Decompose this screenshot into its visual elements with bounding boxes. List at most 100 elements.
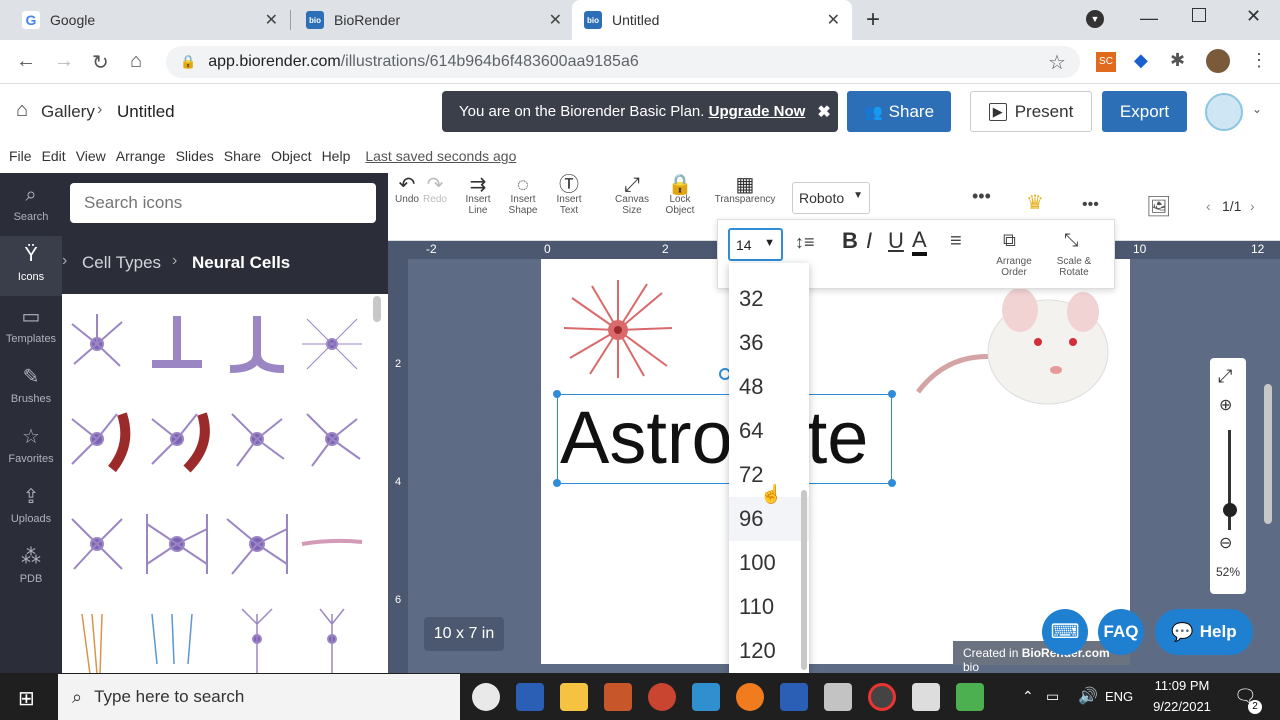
next-page-icon[interactable]: › <box>1250 198 1255 214</box>
rail-search[interactable]: ⌕ Search <box>0 176 62 236</box>
scale-rotate-label[interactable]: Scale & Rotate <box>1052 256 1096 278</box>
font-family-select[interactable]: Roboto ▼ <box>792 182 870 214</box>
resize-handle[interactable] <box>553 390 561 398</box>
text-color-icon[interactable]: A <box>912 228 927 256</box>
forward-icon[interactable]: → <box>54 50 74 73</box>
rail-brushes[interactable]: ✎ Brushes <box>0 356 62 416</box>
font-size-option[interactable]: 120 <box>729 629 809 673</box>
resize-handle[interactable] <box>553 479 561 487</box>
font-size-option[interactable]: 32 <box>729 277 809 321</box>
astrocyte-illustration[interactable] <box>562 278 674 382</box>
undo-button[interactable]: ↶ Undo <box>394 175 420 205</box>
help-button[interactable]: 💬 Help <box>1155 609 1253 655</box>
tray-chevron-icon[interactable]: ⌃ <box>1022 688 1034 705</box>
paint-icon[interactable] <box>824 683 852 711</box>
pdf-icon[interactable] <box>912 683 940 711</box>
clock-time[interactable]: 11:09 PM <box>1150 678 1214 693</box>
restore-icon[interactable] <box>1192 8 1206 22</box>
insert-shape-button[interactable]: ◌ Insert Shape <box>506 175 540 216</box>
last-saved-link[interactable]: Last saved seconds ago <box>365 148 516 164</box>
document-title[interactable]: Untitled <box>117 102 175 122</box>
resize-handle[interactable] <box>888 479 896 487</box>
menu-arrange[interactable]: Arrange <box>116 148 166 164</box>
scale-rotate-icon[interactable]: ⤡ <box>1064 230 1078 251</box>
bold-icon[interactable]: B <box>842 228 858 254</box>
font-size-option[interactable]: 48 <box>729 365 809 409</box>
prev-page-icon[interactable]: ‹ <box>1206 198 1211 214</box>
gallery-link[interactable]: Gallery <box>41 102 95 122</box>
taskbar-search[interactable]: ⌕ Type here to search <box>58 674 460 720</box>
canvas-scrollbar[interactable] <box>1264 384 1272 524</box>
image-icon[interactable]: 🖼 <box>1146 194 1171 219</box>
share-button[interactable]: 👥 Share <box>847 91 951 132</box>
app-icon[interactable] <box>868 683 896 711</box>
export-button[interactable]: Export <box>1102 91 1187 132</box>
window-close-icon[interactable]: ✕ <box>1246 6 1261 27</box>
font-size-option[interactable]: 100 <box>729 541 809 585</box>
tab-biorender[interactable]: bio BioRender ✕ <box>294 0 574 40</box>
windows-start-icon[interactable]: ⊞ <box>18 686 35 711</box>
more-options-icon[interactable]: ••• <box>1082 196 1099 214</box>
zoom-out-icon[interactable]: ⊖ <box>1219 533 1232 553</box>
extension-icon[interactable]: ◆ <box>1134 50 1148 71</box>
arrange-order-icon[interactable]: ⧉ <box>1003 230 1016 251</box>
line-spacing-icon[interactable]: ↕≡ <box>795 232 815 253</box>
chrome-icon[interactable] <box>472 683 500 711</box>
present-button[interactable]: ▶ Present <box>970 91 1092 132</box>
selected-text-box[interactable]: Astrocyte <box>557 394 892 484</box>
crown-icon[interactable]: ♛ <box>1026 190 1044 215</box>
panel-scrollbar[interactable] <box>373 296 381 322</box>
volume-icon[interactable]: 🔊 <box>1078 686 1098 706</box>
clock-date[interactable]: 9/22/2021 <box>1146 699 1218 714</box>
astrocyte-text[interactable]: Astrocyte <box>558 395 891 481</box>
close-banner-icon[interactable]: ✖ <box>817 102 830 122</box>
app-icon[interactable] <box>692 683 720 711</box>
rat-illustration[interactable] <box>908 282 1114 410</box>
icon-grid-thumbnails[interactable] <box>62 294 388 675</box>
font-size-select[interactable]: 14 ▼ <box>728 228 783 261</box>
insert-line-button[interactable]: ⇉ Insert Line <box>462 175 494 216</box>
zoom-slider-thumb[interactable] <box>1223 503 1237 517</box>
faq-button[interactable]: FAQ <box>1098 609 1144 655</box>
align-left-icon[interactable]: ≡ <box>950 230 962 253</box>
chevron-down-icon[interactable]: ⌄ <box>1252 102 1262 116</box>
arrange-order-label[interactable]: Arrange Order <box>992 256 1036 278</box>
tab-untitled[interactable]: bio Untitled ✕ <box>572 0 852 40</box>
kebab-menu-icon[interactable]: ⋮ <box>1250 50 1268 71</box>
word-icon[interactable] <box>516 683 544 711</box>
menu-edit[interactable]: Edit <box>42 148 66 164</box>
menu-view[interactable]: View <box>76 148 106 164</box>
italic-icon[interactable]: I <box>866 228 872 254</box>
close-icon[interactable]: ✕ <box>265 10 278 30</box>
rail-pdb[interactable]: ⁂ PDB <box>0 536 62 596</box>
more-options-icon[interactable]: ••• <box>972 186 991 207</box>
app-icon[interactable] <box>604 683 632 711</box>
home-icon[interactable]: ⌂ <box>130 50 142 73</box>
lock-object-button[interactable]: 🔒 Lock Object <box>663 175 697 216</box>
rail-uploads[interactable]: ⇪ Uploads <box>0 476 62 536</box>
fit-screen-icon[interactable]: ⤢ <box>1218 366 1232 387</box>
calculator-icon[interactable] <box>780 683 808 711</box>
font-size-option[interactable]: 64 <box>729 409 809 453</box>
tab-search-icon[interactable]: ▼ <box>1086 10 1104 28</box>
zoom-in-icon[interactable]: ⊕ <box>1219 395 1232 415</box>
user-avatar[interactable] <box>1205 93 1243 131</box>
file-explorer-icon[interactable] <box>560 683 588 711</box>
font-size-option[interactable]: 36 <box>729 321 809 365</box>
menu-file[interactable]: File <box>9 148 32 164</box>
close-icon[interactable]: ✕ <box>827 10 840 30</box>
profile-avatar[interactable] <box>1206 49 1230 73</box>
menu-slides[interactable]: Slides <box>176 148 214 164</box>
puzzle-icon[interactable]: ✱ <box>1170 50 1185 71</box>
back-icon[interactable]: ← <box>16 50 36 73</box>
dropdown-scrollbar[interactable] <box>801 490 807 670</box>
menu-object[interactable]: Object <box>271 148 311 164</box>
transparency-button[interactable]: ▦ Transparency <box>712 175 778 205</box>
keyboard-shortcuts-icon[interactable]: ⌨ <box>1042 609 1088 655</box>
language-indicator[interactable]: ENG <box>1105 689 1133 704</box>
close-icon[interactable]: ✕ <box>549 10 562 30</box>
home-icon[interactable]: ⌂ <box>16 99 28 122</box>
menu-share[interactable]: Share <box>224 148 261 164</box>
new-tab-button[interactable]: + <box>866 6 880 34</box>
powerpoint-icon[interactable] <box>648 683 676 711</box>
